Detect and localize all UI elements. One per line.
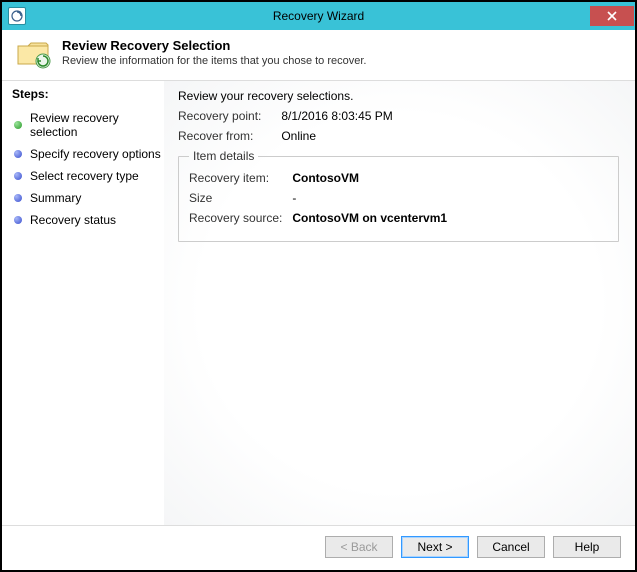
- size-label: Size: [189, 191, 289, 205]
- page-subtitle: Review the information for the items tha…: [62, 55, 366, 67]
- next-button[interactable]: Next >: [401, 536, 469, 558]
- content-pane: Review your recovery selections. Recover…: [164, 81, 635, 525]
- step-label: Recovery status: [30, 213, 116, 227]
- step-label: Specify recovery options: [30, 147, 161, 161]
- recovery-point-value: 8/1/2016 8:03:45 PM: [281, 109, 392, 123]
- back-button: < Back: [325, 536, 393, 558]
- cancel-button[interactable]: Cancel: [477, 536, 545, 558]
- recovery-item-value: ContosoVM: [292, 171, 359, 185]
- wizard-header: Review Recovery Selection Review the inf…: [2, 30, 635, 80]
- steps-heading: Steps:: [12, 87, 164, 101]
- recovery-point-label: Recovery point:: [178, 109, 278, 123]
- recovery-wizard-window: Recovery Wizard Review Recovery Selectio…: [2, 2, 635, 570]
- folder-recover-icon: [16, 38, 52, 70]
- wizard-footer: < Back Next > Cancel Help: [2, 525, 635, 570]
- item-details-legend: Item details: [189, 149, 258, 163]
- app-icon: [8, 7, 26, 25]
- step-label: Summary: [30, 191, 81, 205]
- help-button[interactable]: Help: [553, 536, 621, 558]
- step-label: Select recovery type: [30, 169, 139, 183]
- item-details-group: Item details Recovery item: ContosoVM Si…: [178, 149, 619, 242]
- window-title: Recovery Wizard: [2, 9, 635, 23]
- intro-text: Review your recovery selections.: [178, 89, 619, 103]
- step-bullet-current-icon: [14, 121, 22, 129]
- step-bullet-icon: [14, 172, 22, 180]
- recover-from-label: Recover from:: [178, 129, 278, 143]
- step-specify-recovery-options[interactable]: Specify recovery options: [12, 143, 164, 165]
- steps-sidebar: Steps: Review recovery selection Specify…: [2, 81, 164, 525]
- close-icon: [607, 11, 617, 21]
- step-review-recovery-selection[interactable]: Review recovery selection: [12, 107, 164, 143]
- step-bullet-icon: [14, 150, 22, 158]
- step-bullet-icon: [14, 194, 22, 202]
- step-label: Review recovery selection: [30, 111, 162, 139]
- size-value: -: [292, 191, 296, 205]
- step-summary[interactable]: Summary: [12, 187, 164, 209]
- step-select-recovery-type[interactable]: Select recovery type: [12, 165, 164, 187]
- recovery-source-value: ContosoVM on vcentervm1: [292, 211, 447, 225]
- step-bullet-icon: [14, 216, 22, 224]
- step-recovery-status[interactable]: Recovery status: [12, 209, 164, 231]
- titlebar: Recovery Wizard: [2, 2, 635, 30]
- recovery-source-label: Recovery source:: [189, 211, 289, 225]
- close-button[interactable]: [590, 6, 634, 26]
- recovery-item-label: Recovery item:: [189, 171, 289, 185]
- recover-from-value: Online: [281, 129, 316, 143]
- page-title: Review Recovery Selection: [62, 38, 366, 53]
